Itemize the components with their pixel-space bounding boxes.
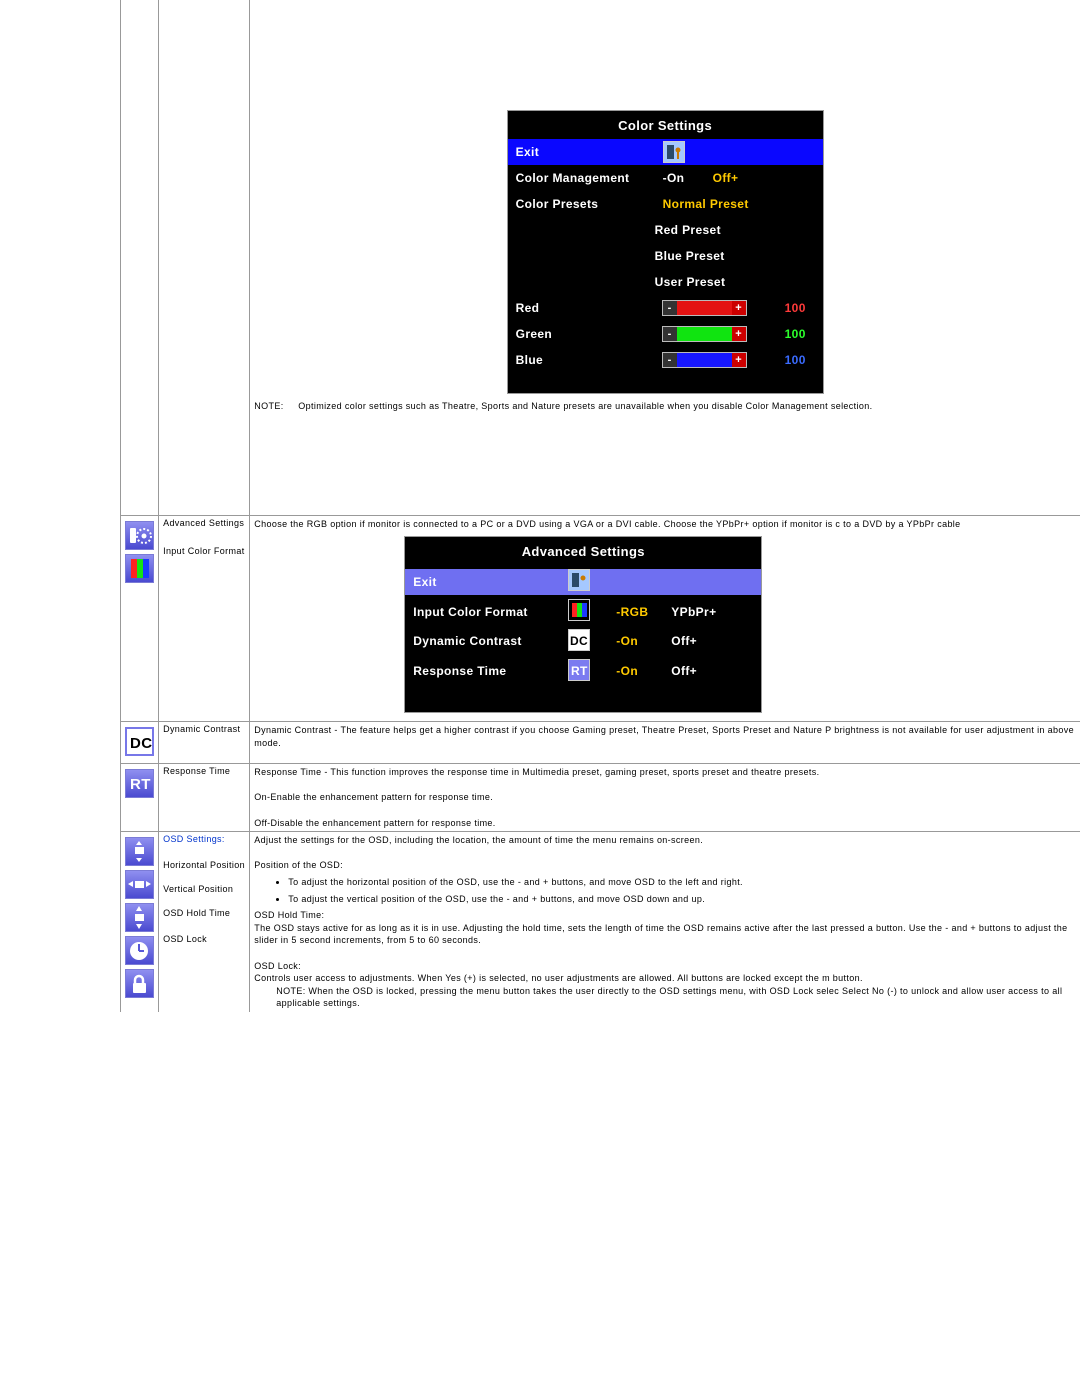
exit-row[interactable]: Exit xyxy=(405,569,761,595)
svg-text:RT: RT xyxy=(130,776,151,793)
channel-red[interactable]: Red-+100 xyxy=(508,295,823,321)
exit-icon xyxy=(663,141,685,163)
adv-rgb[interactable]: Input Color Format-RGBYPbPr+ xyxy=(405,599,761,625)
osd-bullet-vp: To adjust the vertical position of the O… xyxy=(288,893,1076,906)
svg-text:DC: DC xyxy=(570,634,588,648)
osd-hold-time-icon xyxy=(125,936,154,965)
advanced-settings-label: Advanced Settings xyxy=(163,518,245,528)
rt-label: Response Time xyxy=(159,764,250,832)
exit-icon xyxy=(568,569,590,591)
osd-title: Color Settings xyxy=(508,111,823,139)
osd-hold-label: OSD Hold Time xyxy=(163,908,245,918)
osd-lock-note: NOTE: When the OSD is locked, pressing t… xyxy=(254,985,1076,1010)
response-time-icon: RT xyxy=(125,769,154,798)
osd-lock-icon xyxy=(125,969,154,998)
vertical-position-icon xyxy=(125,903,154,932)
osd-bullet-hp: To adjust the horizontal position of the… xyxy=(288,876,1076,889)
adv-dc[interactable]: Dynamic ContrastDC-OnOff+ xyxy=(405,629,761,655)
horizontal-position-icon xyxy=(125,870,154,899)
exit-row[interactable]: Exit xyxy=(508,139,823,165)
adv-rt[interactable]: Response TimeRT-OnOff+ xyxy=(405,659,761,685)
color-note: Optimized color settings such as Theatre… xyxy=(298,400,872,413)
input-color-format-icon xyxy=(125,554,154,583)
osd-vp-label: Vertical Position xyxy=(163,884,245,894)
osd-settings-label: OSD Settings: xyxy=(163,834,245,844)
dynamic-contrast-icon: DC xyxy=(125,727,154,756)
dc-text: Dynamic Contrast - The feature helps get… xyxy=(250,722,1080,764)
osd-lock-text: Controls user access to adjustments. Whe… xyxy=(254,972,1076,985)
dc-label: Dynamic Contrast xyxy=(159,722,250,764)
osd-lock-label: OSD Lock xyxy=(163,934,245,944)
osd-title: Advanced Settings xyxy=(405,537,761,565)
preset-blue[interactable]: Blue Preset xyxy=(508,243,823,269)
rt-p1: Response Time - This function improves t… xyxy=(254,766,1076,779)
osd-hold-lbl: OSD Hold Time: xyxy=(254,909,1076,922)
svg-text:RT: RT xyxy=(571,664,588,678)
preset-user[interactable]: User Preset xyxy=(508,269,823,295)
advanced-intro: Choose the RGB option if monitor is conn… xyxy=(254,518,1076,531)
osd-settings-icon xyxy=(125,837,154,866)
osd-intro: Adjust the settings for the OSD, includi… xyxy=(254,834,1076,847)
color-management-row[interactable]: Color Management -On Off+ xyxy=(508,165,823,191)
osd-position-label: Position of the OSD: xyxy=(254,859,1076,872)
channel-green[interactable]: Green-+100 xyxy=(508,321,823,347)
osd-hp-label: Horizontal Position xyxy=(163,860,245,870)
rt-p2: On-Enable the enhancement pattern for re… xyxy=(254,791,1076,804)
color-settings-osd: Color Settings Exit Color Management -On… xyxy=(507,110,824,394)
advanced-settings-osd: Advanced Settings Exit Input Color Forma… xyxy=(404,536,762,713)
rt-p3: Off-Disable the enhancement pattern for … xyxy=(254,817,1076,830)
channel-blue[interactable]: Blue-+100 xyxy=(508,347,823,373)
osd-lock-lbl: OSD Lock: xyxy=(254,960,1076,973)
color-presets-row[interactable]: Color Presets Normal Preset xyxy=(508,191,823,217)
input-color-format-label: Input Color Format xyxy=(163,546,245,556)
preset-red[interactable]: Red Preset xyxy=(508,217,823,243)
osd-hold-text: The OSD stays active for as long as it i… xyxy=(254,922,1076,947)
svg-text:DC: DC xyxy=(130,735,152,752)
advanced-settings-icon xyxy=(125,521,154,550)
